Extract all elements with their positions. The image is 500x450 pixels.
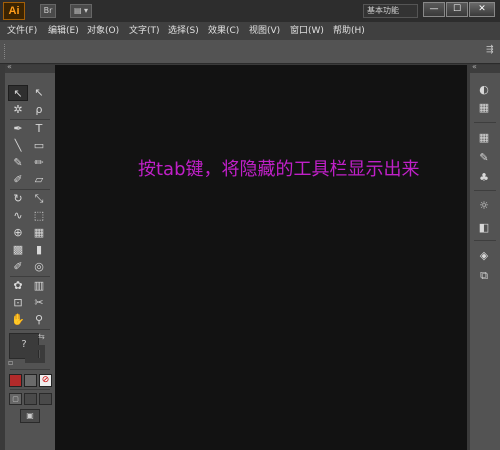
control-bar: ⇶	[0, 40, 500, 64]
warp-tool-icon[interactable]: ∿	[8, 208, 28, 224]
scale-tool-icon[interactable]: ⤡	[29, 191, 49, 207]
tool-separator	[10, 276, 50, 277]
menu-help[interactable]: 帮助(H)	[333, 25, 365, 37]
graphic-styles-panel-icon[interactable]: ▦	[474, 100, 494, 116]
color-guide-panel-icon[interactable]: ▦	[474, 130, 494, 146]
line-tool-icon[interactable]: ╲	[8, 138, 28, 154]
document-canvas[interactable]	[55, 65, 467, 450]
rectangle-tool-icon[interactable]: ▭	[29, 138, 49, 154]
menu-object[interactable]: 对象(O)	[87, 25, 119, 37]
app-logo: Ai	[3, 2, 25, 20]
selection-tool-icon[interactable]: ↖	[8, 85, 28, 101]
none-mode-button[interactable]: ⊘	[39, 374, 52, 387]
panel-separator	[474, 190, 496, 191]
maximize-button[interactable]: ☐	[446, 2, 468, 17]
rotate-tool-icon[interactable]: ↻	[8, 191, 28, 207]
draw-inside-button[interactable]	[39, 393, 52, 405]
menu-edit[interactable]: 编辑(E)	[48, 25, 79, 37]
gradient-mode-button[interactable]: ■	[24, 374, 37, 387]
column-graph-tool-icon[interactable]: ▥	[29, 278, 49, 294]
layers-panel-icon[interactable]: ◈	[474, 248, 494, 264]
menu-select[interactable]: 选择(S)	[168, 25, 199, 37]
pen-tool-icon[interactable]: ✒	[8, 121, 28, 137]
menu-file[interactable]: 文件(F)	[7, 25, 37, 37]
tool-separator	[10, 329, 50, 330]
lasso-tool-icon[interactable]: ρ	[29, 102, 49, 118]
hint-text: 按tab键，将隐藏的工具栏显示出来	[138, 159, 420, 180]
transparency-panel-icon[interactable]: ◧	[474, 220, 494, 236]
pencil-tool-icon[interactable]: ✏	[29, 155, 49, 171]
panel-separator	[474, 122, 496, 123]
blend-tool-icon[interactable]: ◎	[29, 259, 49, 275]
slice-tool-icon[interactable]: ✂	[29, 295, 49, 311]
tool-separator	[10, 389, 50, 390]
close-button[interactable]: ✕	[469, 2, 495, 17]
workspace-switcher[interactable]: 基本功能	[363, 4, 418, 18]
default-fill-stroke-icon[interactable]: ▫	[8, 358, 13, 367]
brushes-panel-icon[interactable]: ✎	[474, 150, 494, 166]
swap-fill-stroke-icon[interactable]: ⇆	[38, 332, 45, 341]
minimize-button[interactable]: —	[423, 2, 445, 17]
menu-view[interactable]: 视图(V)	[249, 25, 280, 37]
color-mode-button[interactable]: ■	[9, 374, 22, 387]
panel-dock-header[interactable]: «	[470, 62, 500, 73]
type-tool-icon[interactable]: T	[29, 121, 49, 137]
symbols-panel-icon[interactable]: ♣	[474, 170, 494, 186]
tool-separator	[10, 189, 50, 190]
menu-type[interactable]: 文字(T)	[129, 25, 160, 37]
panel-menu-icon[interactable]: ⇶	[486, 45, 494, 55]
stroke-swatch[interactable]	[25, 345, 45, 363]
zoom-tool-icon[interactable]: ⚲	[29, 312, 49, 328]
paintbrush-tool-icon[interactable]: ✎	[8, 155, 28, 171]
perspective-grid-tool-icon[interactable]: ▦	[29, 225, 49, 241]
mesh-tool-icon[interactable]: ▩	[8, 242, 28, 258]
draw-normal-button[interactable]: ▢	[9, 393, 22, 405]
hand-tool-icon[interactable]: ✋	[8, 312, 28, 328]
tools-panel-header[interactable]: «	[5, 62, 56, 73]
bridge-icon[interactable]: Br	[40, 4, 56, 18]
blob-brush-tool-icon[interactable]: ✐	[8, 172, 28, 188]
control-bar-grip[interactable]	[4, 44, 7, 59]
gradient-tool-icon[interactable]: ▮	[29, 242, 49, 258]
artboards-panel-icon[interactable]: ⧉	[474, 268, 494, 284]
direct-selection-tool-icon[interactable]: ↖	[29, 85, 49, 101]
free-transform-tool-icon[interactable]: ⬚	[29, 208, 49, 224]
tool-separator	[10, 119, 50, 120]
symbol-sprayer-tool-icon[interactable]: ✿	[8, 278, 28, 294]
eyedropper-tool-icon[interactable]: ✐	[8, 259, 28, 275]
panel-separator	[474, 240, 496, 241]
magic-wand-tool-icon[interactable]: ✲	[8, 102, 28, 118]
shape-builder-tool-icon[interactable]: ⊕	[8, 225, 28, 241]
tool-separator	[10, 369, 50, 370]
draw-behind-button[interactable]	[24, 393, 37, 405]
menu-effect[interactable]: 效果(C)	[208, 25, 239, 37]
menu-window[interactable]: 窗口(W)	[290, 25, 324, 37]
screen-mode-button[interactable]: ▣	[20, 409, 40, 423]
eraser-tool-icon[interactable]: ▱	[29, 172, 49, 188]
appearance-panel-icon[interactable]: ◐	[474, 82, 494, 98]
artboard-tool-icon[interactable]: ⊡	[8, 295, 28, 311]
title-bar: Ai Br ▤ ▾ 基本功能 — ☐ ✕	[0, 0, 500, 22]
menu-bar: 文件(F) 编辑(E) 对象(O) 文字(T) 选择(S) 效果(C) 视图(V…	[0, 22, 500, 41]
stroke-panel-icon[interactable]: ☼	[474, 198, 494, 214]
arrange-documents-icon[interactable]: ▤ ▾	[70, 4, 92, 18]
